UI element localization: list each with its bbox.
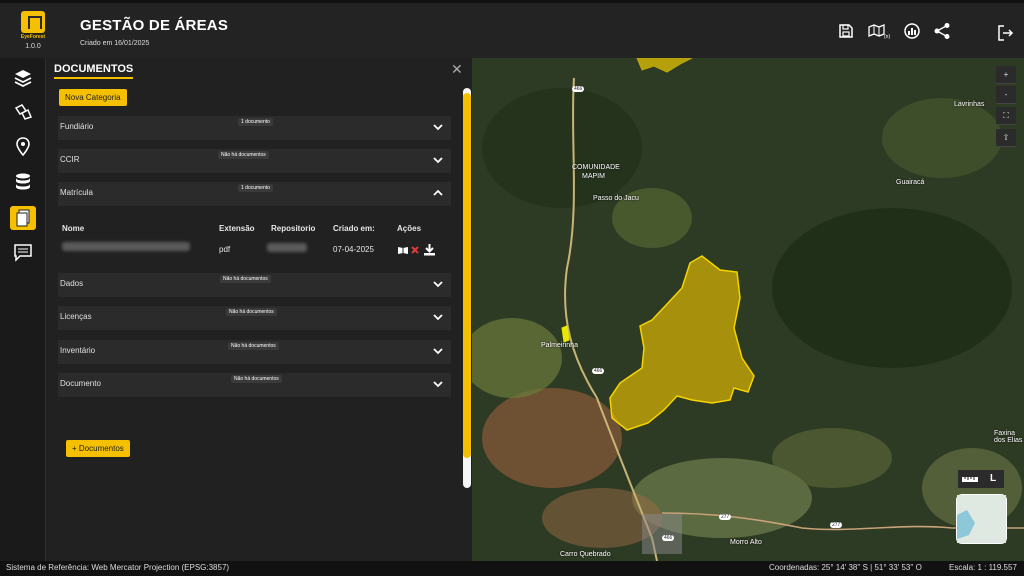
category-licencas[interactable]: Licenças Não há documentos (58, 306, 451, 330)
zoom-in-button[interactable]: + (996, 66, 1016, 84)
category-name: Matrícula (60, 188, 93, 197)
category-count: Não há documentos (220, 275, 271, 283)
chevron-up-icon[interactable] (433, 189, 443, 197)
new-category-button[interactable]: Nova Categoria (59, 89, 127, 106)
chevron-down-icon[interactable] (433, 123, 443, 131)
chevron-down-icon[interactable] (433, 347, 443, 355)
sidebar (0, 58, 46, 561)
share-icon[interactable] (931, 20, 953, 42)
road-badge: 466 (592, 368, 605, 374)
category-name: Fundiário (60, 122, 94, 131)
crs-text: Sistema de Referência: Web Mercator Proj… (6, 563, 230, 572)
book-open-icon[interactable] (398, 246, 408, 254)
column-header-actions: Ações (397, 224, 422, 233)
page-subtitle: Criado em 16/01/2025 (80, 40, 150, 47)
category-count: 1 documento (238, 118, 273, 126)
chevron-down-icon[interactable] (433, 280, 443, 288)
save-icon[interactable] (835, 20, 857, 42)
road-badge: 466 (662, 535, 675, 541)
zoom-out-button[interactable]: - (996, 86, 1016, 104)
location-pin-icon[interactable] (10, 135, 36, 159)
map-label: MAPIM (582, 173, 605, 180)
road-badge: 277 (830, 522, 843, 528)
top-bar: EyeForest 1.0.0 GESTÃO DE ÁREAS Criado e… (0, 0, 1024, 58)
map-view[interactable]: COMUNIDADE MAPIM Passo do Jacu Lavrinhas… (472, 58, 1024, 561)
document-extension: pdf (219, 245, 231, 254)
document-repository-redacted (267, 243, 307, 252)
map-label: Carro Quebrado (560, 551, 611, 558)
app-logo: EyeForest 1.0.0 (18, 11, 48, 55)
fullscreen-button[interactable]: ⛶ (996, 107, 1016, 125)
document-name-redacted (62, 242, 190, 251)
category-name: Inventário (60, 346, 96, 355)
chevron-down-icon[interactable] (433, 156, 443, 164)
category-matricula[interactable]: Matrícula 1 documento (58, 182, 451, 206)
column-header-repository: Repositorio (271, 224, 316, 233)
documents-panel: DOCUMENTOS ✕ Nova Categoria Fundiário 1 … (46, 58, 472, 561)
logo-name: EyeForest (20, 34, 46, 40)
ruler-icon[interactable] (962, 475, 978, 483)
road-badge: 277 (719, 514, 732, 520)
category-count: Não há documentos (218, 151, 269, 159)
shapes-icon[interactable] (10, 100, 36, 124)
road-badge: 466 (572, 86, 585, 92)
download-icon[interactable] (423, 243, 436, 256)
measure-toolbar: L (958, 470, 1004, 488)
chevron-down-icon[interactable] (433, 313, 443, 321)
logout-icon[interactable] (994, 22, 1016, 44)
map-label: Guairacá (896, 179, 925, 186)
column-header-created: Criado em: (333, 224, 375, 233)
satellite-imagery (472, 58, 1024, 561)
map-label: Faxina dos Elias (994, 430, 1023, 444)
map-label: COMUNIDADE (572, 164, 620, 171)
category-count: Não há documentos (228, 342, 279, 350)
category-name: CCIR (60, 155, 80, 164)
svg-text:(n): (n) (884, 34, 890, 39)
area-measure-icon[interactable]: L (990, 473, 996, 484)
layers-icon[interactable] (10, 66, 36, 90)
column-header-extension: Extensão (219, 224, 255, 233)
category-count: Não há documentos (231, 375, 282, 383)
map-label: Lavrinhas (954, 101, 985, 108)
map-label: Passo do Jacu (593, 195, 639, 202)
database-icon[interactable] (10, 170, 36, 194)
chat-icon[interactable] (10, 241, 36, 265)
chart-icon[interactable] (901, 20, 923, 42)
category-count: Não há documentos (226, 308, 277, 316)
map-label: Palmeirinha (541, 342, 578, 349)
close-icon[interactable]: ✕ (451, 61, 463, 78)
category-inventario[interactable]: Inventário Não há documentos (58, 340, 451, 364)
category-fundiario[interactable]: Fundiário 1 documento (58, 116, 451, 140)
category-name: Licenças (60, 312, 92, 321)
minimap-terrain (957, 495, 1006, 543)
category-count: 1 documento (238, 184, 273, 192)
status-bar: Sistema de Referência: Web Mercator Proj… (0, 561, 1024, 576)
category-name: Documento (60, 379, 101, 388)
category-name: Dados (60, 279, 84, 288)
panel-title: DOCUMENTOS (54, 63, 134, 79)
delete-icon[interactable] (411, 246, 419, 254)
category-documento[interactable]: Documento Não há documentos (58, 373, 451, 397)
scrollbar-thumb[interactable] (463, 93, 471, 458)
page-title: GESTÃO DE ÁREAS (80, 17, 229, 34)
reset-north-button[interactable]: ⇧ (996, 129, 1016, 147)
document-created: 07-04-2025 (333, 245, 374, 254)
category-ccir[interactable]: CCIR Não há documentos (58, 149, 451, 173)
category-dados[interactable]: Dados Não há documentos (58, 273, 451, 297)
chevron-down-icon[interactable] (433, 380, 443, 388)
map-label: Morro Alto (730, 539, 762, 546)
coordinates-text: Coordenadas: 25° 14' 38'' S | 51° 33' 53… (769, 563, 922, 572)
scale-text: Escala: 1 : 119.557 (949, 563, 1017, 572)
column-header-name: Nome (62, 224, 85, 233)
map-layers-icon[interactable]: (n) (868, 20, 890, 42)
logo-icon (21, 11, 45, 33)
add-documents-button[interactable]: + Documentos (66, 440, 130, 457)
minimap[interactable] (956, 494, 1007, 544)
documents-icon[interactable] (10, 206, 36, 230)
app-version: 1.0.0 (25, 43, 41, 50)
